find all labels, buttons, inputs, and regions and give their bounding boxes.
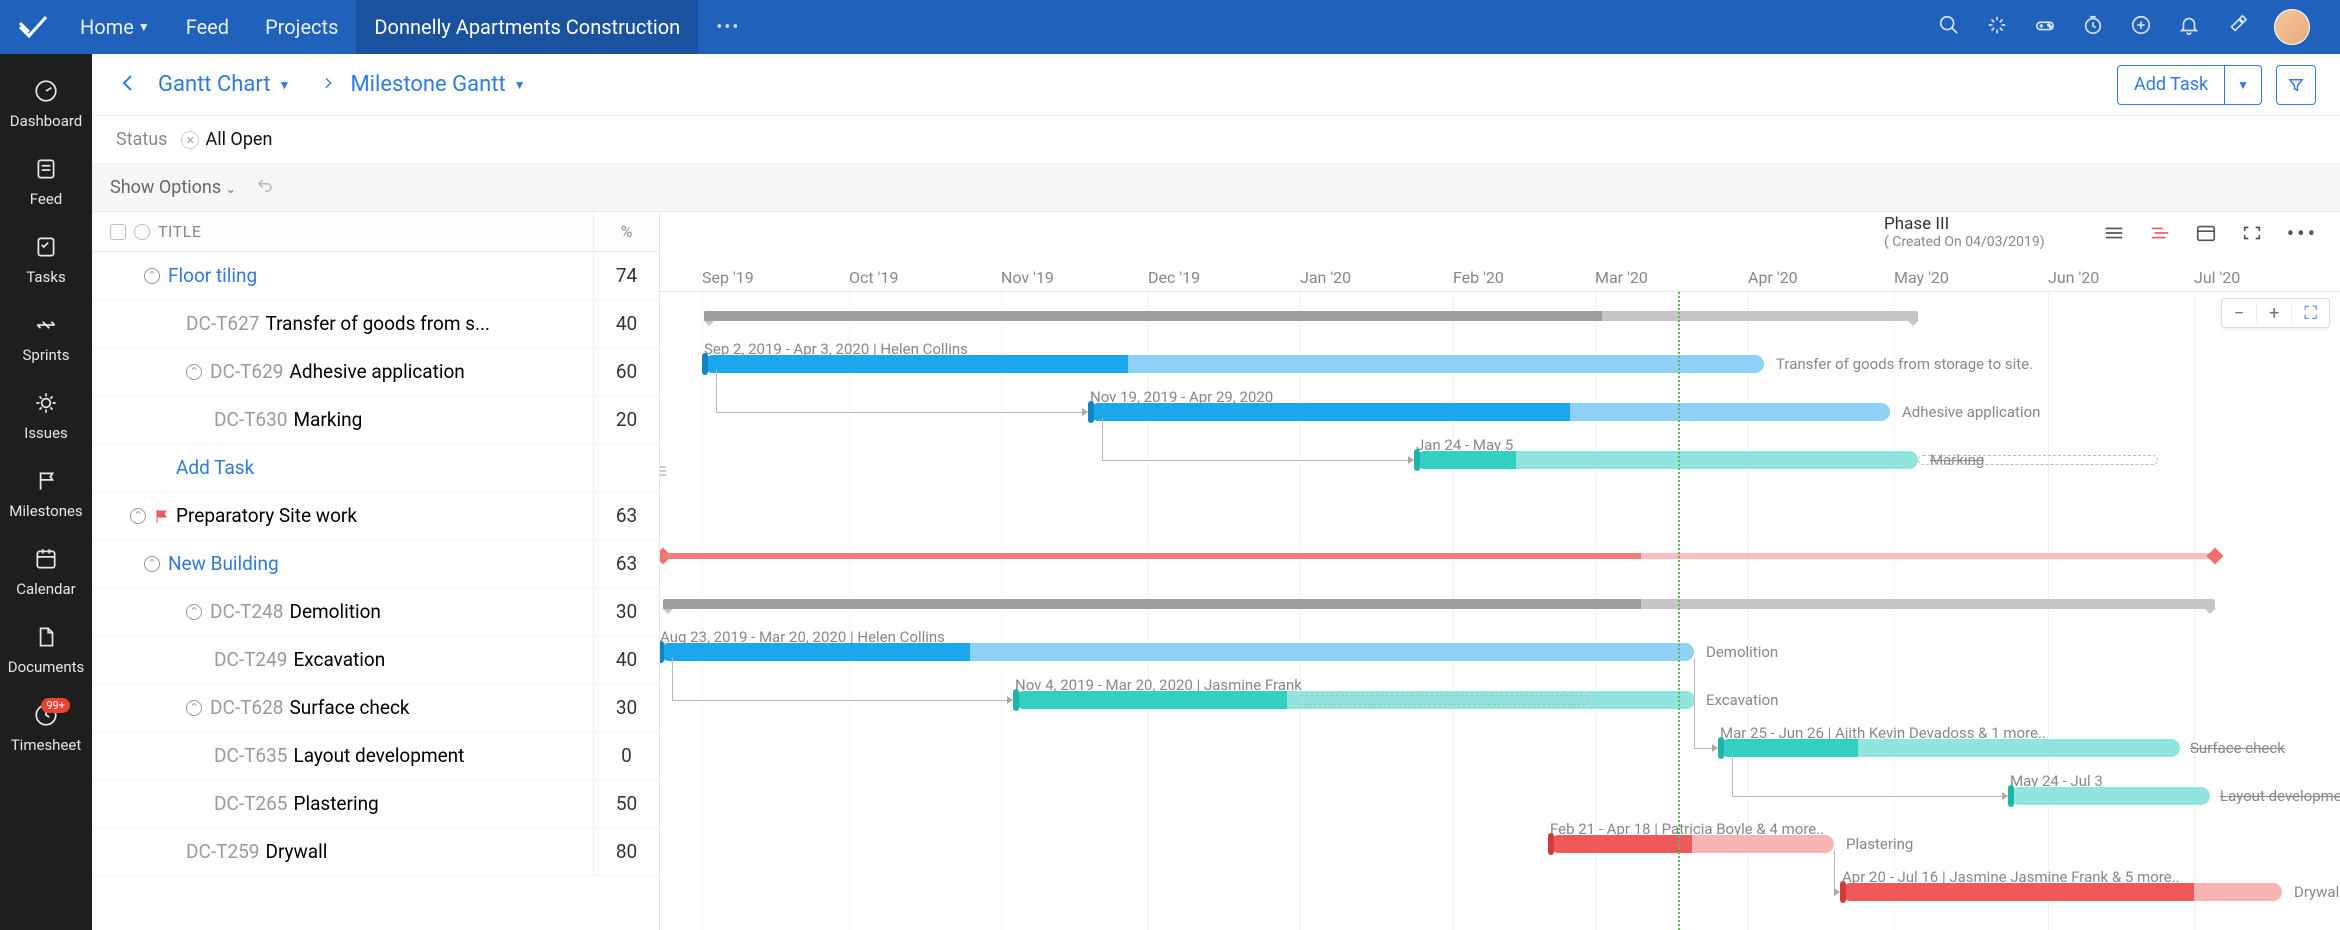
add-task-link[interactable]: Add Task [92,444,659,492]
crumb-milestone-gantt[interactable]: Milestone Gantt [350,72,505,97]
sidebar-item-timesheet[interactable]: 99+Timesheet [0,690,92,768]
task-bar[interactable] [704,355,1764,373]
sidebar-item-feed[interactable]: Feed [0,144,92,222]
sidebar-item-milestones[interactable]: Milestones [0,456,92,534]
topbar-right [1938,9,2328,45]
nav-feed[interactable]: Feed [168,0,247,54]
sidebar-item-tasks[interactable]: Tasks [0,222,92,300]
gantt-chart-panel[interactable]: Phase III ( Created On 04/03/2019) ••• [660,212,2340,930]
task-bar[interactable] [660,643,1694,661]
task-row-new-building[interactable]: ⌃New Building63 [92,540,659,588]
task-row[interactable]: DC-T265Plastering50 [92,780,659,828]
show-options-dropdown[interactable]: Show Options ⌄ [110,177,236,198]
title-header: TITLE [158,222,201,241]
task-bar[interactable] [1720,739,2180,757]
back-button[interactable] [116,71,140,99]
sidebar-item-sprints[interactable]: Sprints [0,300,92,378]
caret-down-icon[interactable]: ▼ [279,78,291,92]
crumb-gantt-chart[interactable]: Gantt Chart [158,72,271,97]
task-row[interactable]: ⌃DC-T628Surface check30 [92,684,659,732]
zoom-in-button[interactable]: + [2257,303,2292,324]
caret-down-icon: ▼ [138,20,150,34]
badge: 99+ [41,698,70,713]
plus-circle-icon[interactable] [2130,14,2152,40]
phase-title: Phase III ( Created On 04/03/2019) [1884,214,2045,250]
collapse-icon[interactable]: ⌃ [186,364,202,380]
sparkle-icon[interactable] [1986,14,2008,40]
fullscreen-icon[interactable] [2241,223,2263,247]
close-icon[interactable]: × [181,131,199,149]
status-row: Status ×All Open [92,116,2340,164]
task-row[interactable]: ⌃DC-T248Demolition30 [92,588,659,636]
clock-icon[interactable] [2082,14,2104,40]
gamepad-icon[interactable] [2034,14,2056,40]
undo-icon[interactable] [256,177,274,199]
filter-button[interactable] [2276,65,2316,105]
nav-more[interactable]: ••• [698,17,758,38]
collapse-icon[interactable]: ⌃ [144,556,160,572]
left-sidebar: Dashboard Feed Tasks Sprints Issues Mile… [0,54,92,930]
zoom-control: − + ⛶ [2221,298,2330,328]
collapse-icon[interactable]: ⌃ [186,700,202,716]
sidebar-item-documents[interactable]: Documents [0,612,92,690]
task-bar[interactable] [1416,451,1918,469]
zoom-fit-button[interactable]: ⛶ [2292,303,2329,324]
task-row-preparatory[interactable]: ⌃Preparatory Site work63 [92,492,659,540]
nav-projects[interactable]: Projects [247,0,356,54]
status-chip[interactable]: ×All Open [181,129,272,150]
critical-path-icon[interactable] [2149,223,2171,247]
breadcrumb-row: Gantt Chart ▼ Milestone Gantt ▼ Add Task… [92,54,2340,116]
task-bar[interactable] [1090,403,1890,421]
timeline-header: Sep '19 Oct '19 Nov '19 Dec '19 Jan '20 … [660,260,2340,292]
task-row-floor-tiling[interactable]: ⌃Floor tiling74 [92,252,659,300]
task-row[interactable]: DC-T627Transfer of goods from s...40 [92,300,659,348]
sidebar-item-issues[interactable]: Issues [0,378,92,456]
tools-icon[interactable] [2226,14,2248,40]
sidebar-item-dashboard[interactable]: Dashboard [0,66,92,144]
column-header: TITLE % [92,212,659,252]
task-row[interactable]: DC-T259Drywall80 [92,828,659,876]
task-row[interactable]: DC-T630Marking20 [92,396,659,444]
top-nav: Home▼ Feed Projects Donnelly Apartments … [62,0,758,54]
nav-home[interactable]: Home▼ [62,0,168,54]
chevron-right-icon [320,75,336,95]
view-toggle-icon[interactable] [2103,223,2125,247]
collapse-icon[interactable]: ⌃ [186,604,202,620]
calendar-toggle-icon[interactable] [2195,223,2217,247]
user-avatar[interactable] [2274,9,2310,45]
app-logo[interactable] [12,6,54,48]
collapse-icon[interactable]: ⌃ [130,508,146,524]
resize-handle[interactable] [660,456,666,486]
more-icon[interactable]: ••• [2287,222,2318,247]
today-marker [1678,292,1680,930]
zoom-out-button[interactable]: − [2222,303,2257,324]
task-row[interactable]: DC-T249Excavation40 [92,636,659,684]
collapse-icon[interactable]: ⌃ [144,268,160,284]
topbar: Home▼ Feed Projects Donnelly Apartments … [0,0,2340,54]
caret-down-icon[interactable]: ▼ [514,78,526,92]
task-bar[interactable] [2010,787,2210,805]
column-icon[interactable] [110,224,126,240]
task-row[interactable]: DC-T635Layout development0 [92,732,659,780]
task-list-panel: TITLE % ⌃Floor tiling74 DC-T627Transfer … [92,212,660,930]
task-bar[interactable] [1550,835,1834,853]
bell-icon[interactable] [2178,14,2200,40]
sidebar-item-calendar[interactable]: Calendar [0,534,92,612]
options-bar: Show Options ⌄ [92,164,2340,212]
flag-icon [154,508,170,524]
gantt-chart-area[interactable]: − + ⛶ Sep 2, 2019 - Apr 3, 2020 | Helen … [660,292,2340,930]
add-task-dropdown[interactable]: ▼ [2224,66,2261,104]
status-label: Status [116,129,167,150]
add-task-button[interactable]: Add Task▼ [2117,65,2262,105]
nav-current-project[interactable]: Donnelly Apartments Construction [356,0,698,54]
task-row[interactable]: ⌃DC-T629Adhesive application60 [92,348,659,396]
task-bar[interactable] [1842,883,2282,901]
column-icon[interactable] [134,224,150,240]
search-icon[interactable] [1938,14,1960,40]
percent-header: % [593,212,659,251]
bar-title-label: Transfer of goods from storage to site. [1776,355,2033,373]
